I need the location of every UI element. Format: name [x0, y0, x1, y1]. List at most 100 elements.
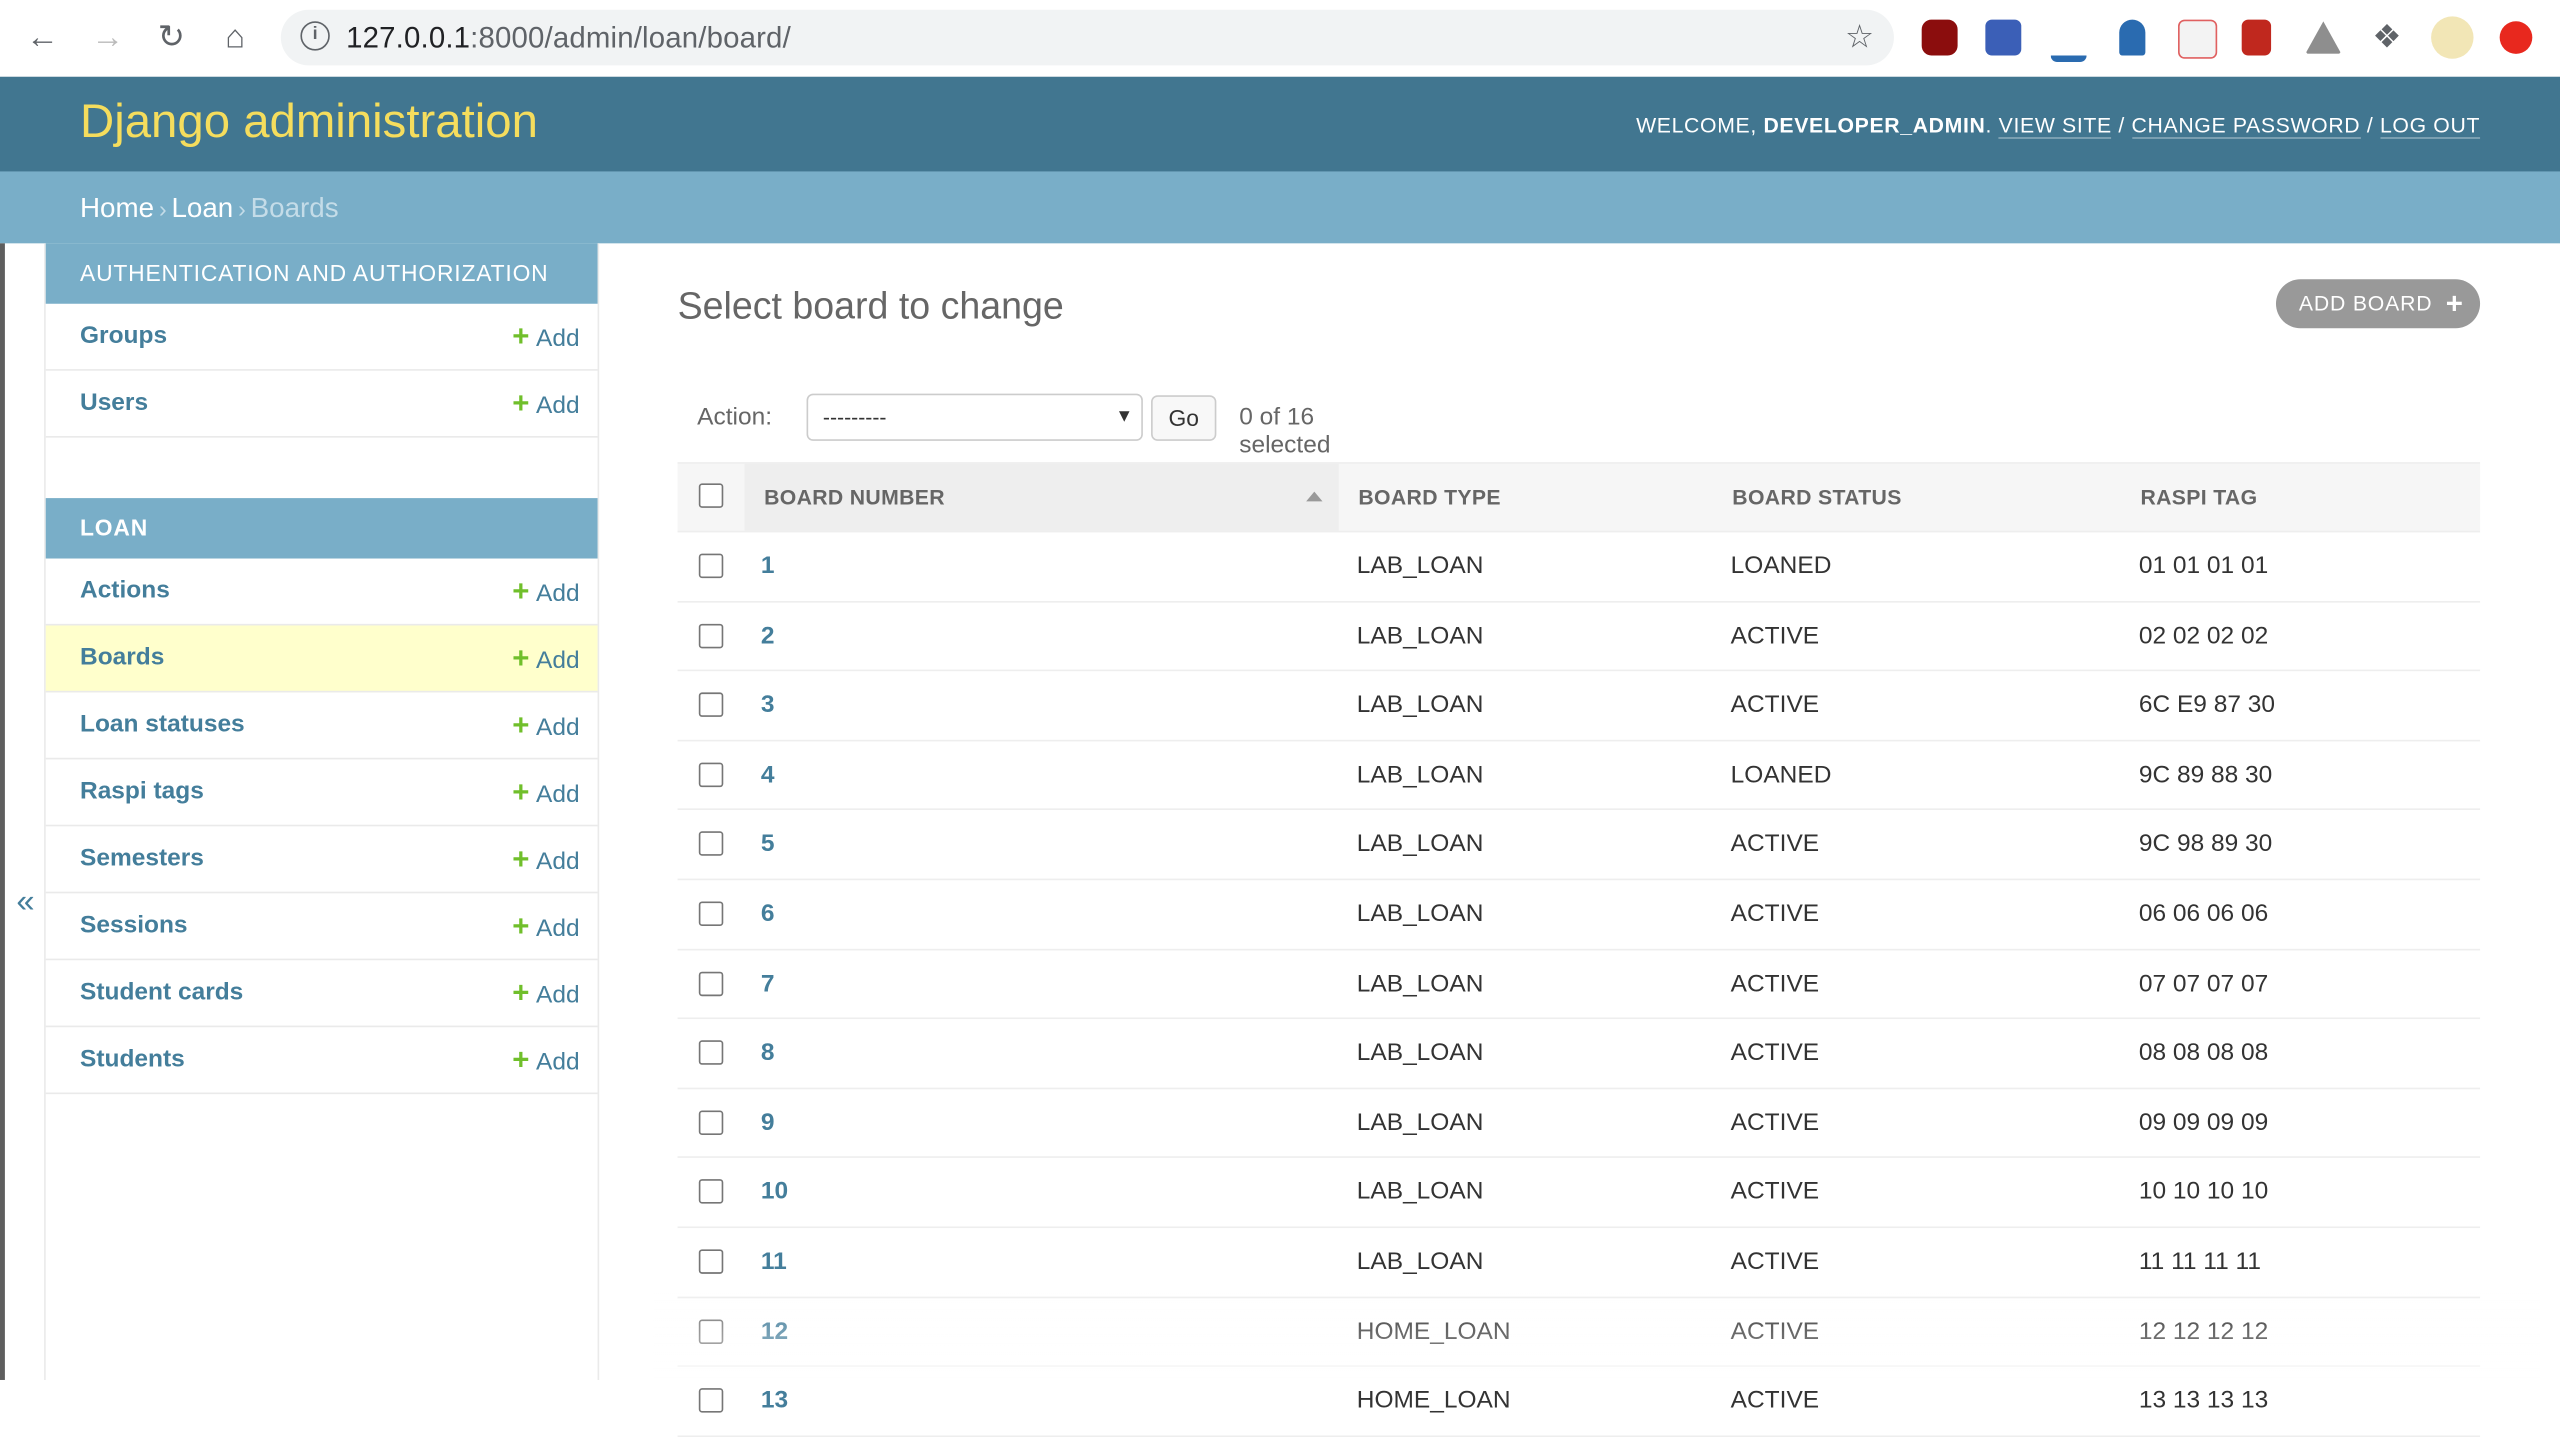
board-number-link[interactable]: 9 [761, 1108, 775, 1136]
board-number-link[interactable]: 6 [761, 900, 775, 928]
sidebar-item-label[interactable]: Raspi tags [80, 777, 204, 805]
sidebar-item-label[interactable]: Loan statuses [80, 710, 245, 738]
home-icon[interactable]: ⌂ [216, 18, 255, 57]
sidebar-item-boards[interactable]: Boards + Add [45, 625, 598, 693]
action-select[interactable]: --------- ▼ [806, 393, 1143, 441]
sidebar-item-loan-statuses[interactable]: Loan statuses + Add [45, 692, 598, 760]
column-header-board-number[interactable]: Board number [764, 485, 945, 509]
row-checkbox[interactable] [698, 1179, 724, 1205]
sidebar-item-semesters[interactable]: Semesters + Add [45, 826, 598, 894]
row-checkbox[interactable] [698, 692, 724, 718]
column-header-board-status[interactable]: Board status [1732, 485, 1901, 509]
view-site-link[interactable]: View site [1998, 112, 2112, 139]
sort-ascending-icon[interactable] [1306, 491, 1323, 502]
board-number-link[interactable]: 4 [761, 761, 775, 789]
board-number-link[interactable]: 2 [761, 622, 775, 650]
address-bar[interactable]: i 127.0.0.1:8000/admin/loan/board/ ☆ [280, 9, 1894, 66]
row-checkbox[interactable] [698, 901, 724, 926]
board-number-link[interactable]: 5 [761, 830, 775, 858]
row-checkbox[interactable] [698, 762, 724, 787]
row-checkbox[interactable] [698, 970, 724, 996]
add-sessions-link[interactable]: + Add [512, 910, 579, 944]
select-all-checkbox[interactable] [698, 483, 724, 508]
board-number-link[interactable]: 11 [761, 1248, 787, 1276]
puzzle-icon[interactable]: ❖ [2369, 20, 2405, 56]
change-password-link[interactable]: Change password [2131, 112, 2361, 139]
board-status-cell: ACTIVE [1730, 899, 1820, 928]
arrow-down-icon[interactable] [2119, 19, 2146, 56]
row-checkbox[interactable] [698, 1249, 724, 1274]
row-checkbox[interactable] [698, 553, 724, 579]
sidebar-item-student-cards[interactable]: Student cards + Add [45, 960, 598, 1028]
update-icon[interactable] [2499, 21, 2533, 54]
sidebar-item-students[interactable]: Students + Add [45, 1027, 598, 1095]
module-caption-loan[interactable]: Loan [45, 498, 598, 559]
sorted-column-header[interactable]: Board number [744, 463, 1339, 531]
profile-avatar[interactable] [2431, 16, 2474, 59]
collapse-chevron-icon[interactable]: « [16, 884, 34, 922]
column-header-raspi-tag[interactable]: Raspi tag [2140, 485, 2257, 509]
row-checkbox[interactable] [698, 831, 724, 857]
add-loan-statuses-link[interactable]: + Add [512, 709, 579, 743]
sidebar-item-label[interactable]: Semesters [80, 844, 204, 872]
site-brand[interactable]: Django administration [80, 96, 538, 150]
board-status-cell: ACTIVE [1730, 1386, 1820, 1415]
sidebar-item-users[interactable]: Users + Add [45, 371, 598, 438]
sidebar-item-actions[interactable]: Actions + Add [45, 559, 598, 626]
column-header-board-type[interactable]: Board type [1358, 485, 1500, 509]
add-semesters-link[interactable]: + Add [512, 843, 579, 877]
board-number-link[interactable]: 8 [761, 1039, 775, 1067]
site-info-icon[interactable]: i [300, 21, 330, 51]
board-number-link[interactable]: 10 [761, 1178, 788, 1206]
module-caption-auth[interactable]: Authentication and Authorization [45, 243, 598, 304]
sidebar-item-label[interactable]: Boards [80, 643, 164, 671]
sidebar-item-raspi-tags[interactable]: Raspi tags + Add [45, 759, 598, 827]
row-checkbox[interactable] [698, 1318, 724, 1344]
sidebar-item-sessions[interactable]: Sessions + Add [45, 893, 598, 961]
go-button[interactable]: Go [1151, 395, 1217, 441]
back-arrow-icon[interactable]: ← [23, 18, 62, 57]
plus-icon: + [512, 708, 530, 742]
sidebar-item-label[interactable]: Groups [80, 322, 167, 350]
sidebar-item-label[interactable]: Actions [80, 576, 170, 604]
board-number-link[interactable]: 3 [761, 691, 775, 719]
table-body: 1 LAB_LOAN LOANED 01 01 01 01 2 LAB_LOAN ACTIV… [677, 532, 2481, 1437]
row-checkbox[interactable] [698, 623, 724, 648]
board-number-link[interactable]: 1 [761, 552, 775, 580]
sidebar-item-groups[interactable]: Groups + Add [45, 304, 598, 371]
breadcrumb-loan[interactable]: Loan [171, 193, 233, 224]
sidebar-toggle[interactable]: « [0, 243, 46, 1380]
add-actions-link[interactable]: + Add [512, 575, 579, 609]
add-groups-link[interactable]: + Add [512, 320, 579, 354]
add-students-link[interactable]: + Add [512, 1044, 579, 1078]
sidebar-item-label[interactable]: Sessions [80, 911, 188, 939]
log-out-link[interactable]: Log out [2379, 112, 2481, 139]
book-icon[interactable] [2241, 19, 2272, 56]
board-status-cell: ACTIVE [1730, 969, 1820, 998]
row-checkbox[interactable] [698, 1110, 724, 1135]
sidebar-item-label[interactable]: Students [80, 1045, 185, 1073]
bookmark-star-icon[interactable]: ☆ [1845, 16, 1874, 57]
board-number-link[interactable]: 13 [761, 1387, 788, 1415]
raspi-tag-cell: 9C 98 89 30 [2138, 830, 2273, 858]
forward-arrow-icon[interactable]: → [88, 18, 127, 57]
board-number-link[interactable]: 7 [761, 969, 775, 997]
sidebar-item-label[interactable]: Users [80, 389, 148, 417]
pdf-icon[interactable] [2178, 19, 2218, 59]
row-checkbox[interactable] [698, 1040, 724, 1066]
board-number-link[interactable]: 12 [761, 1317, 788, 1345]
add-board-button[interactable]: Add board + [2275, 279, 2481, 329]
add-student-cards-link[interactable]: + Add [512, 977, 579, 1011]
ext-checker-icon[interactable] [1985, 19, 2022, 56]
sidebar-item-label[interactable]: Student cards [80, 978, 243, 1006]
add-label: Add [536, 579, 580, 608]
reload-icon[interactable]: ↻ [152, 18, 191, 57]
add-users-link[interactable]: + Add [512, 387, 579, 421]
ublock-icon[interactable] [1921, 19, 1958, 56]
download-icon[interactable] [2050, 19, 2087, 63]
breadcrumb-home[interactable]: Home [80, 193, 154, 224]
row-checkbox[interactable] [698, 1388, 724, 1413]
add-raspi-tags-link[interactable]: + Add [512, 776, 579, 810]
add-boards-link[interactable]: + Add [512, 642, 579, 676]
drive-icon[interactable] [2305, 21, 2342, 54]
